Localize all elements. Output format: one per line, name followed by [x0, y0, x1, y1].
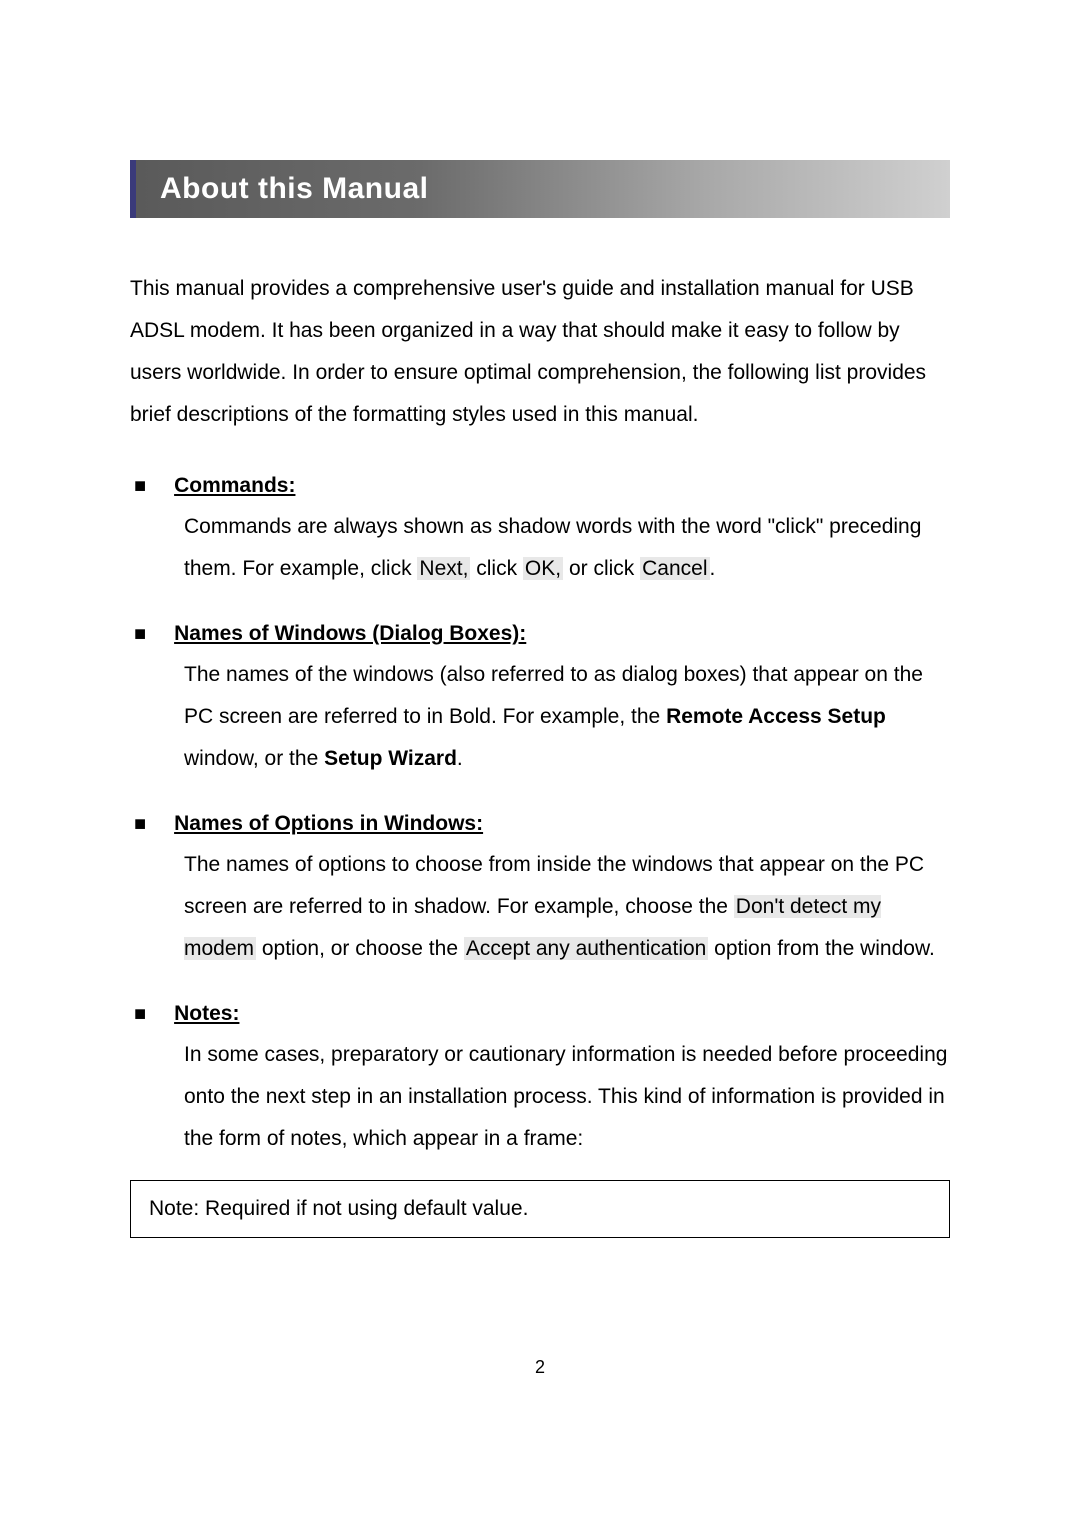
- bullet-body: The names of options to choose from insi…: [130, 844, 950, 970]
- shadow-word: Cancel: [640, 557, 709, 580]
- bullet-body: In some cases, preparatory or cautionary…: [130, 1034, 950, 1160]
- bullet-body: Commands are always shown as shadow word…: [130, 506, 950, 590]
- text-run: .: [710, 557, 716, 580]
- bold-text: Setup Wizard: [324, 747, 457, 770]
- bullet-body: The names of the windows (also referred …: [130, 654, 950, 780]
- shadow-word: Next,: [417, 557, 470, 580]
- square-bullet-icon: ■: [134, 475, 146, 498]
- text-run: window, or the: [184, 747, 324, 770]
- page-number: 2: [535, 1357, 545, 1378]
- text-run: click: [470, 557, 523, 580]
- bullet-title: Names of Windows (Dialog Boxes):: [174, 622, 526, 646]
- document-page: About this Manual This manual provides a…: [0, 0, 1080, 1238]
- intro-paragraph: This manual provides a comprehensive use…: [130, 268, 950, 436]
- bold-text: Remote Access Setup: [666, 705, 886, 728]
- note-frame: Note: Required if not using default valu…: [130, 1180, 950, 1238]
- square-bullet-icon: ■: [134, 1003, 146, 1026]
- text-run: or click: [563, 557, 640, 580]
- section-header: About this Manual: [130, 160, 950, 218]
- bullet-notes: ■ Notes: In some cases, preparatory or c…: [130, 1002, 950, 1160]
- bullet-title: Names of Options in Windows:: [174, 812, 483, 836]
- shadow-word: OK,: [523, 557, 563, 580]
- square-bullet-icon: ■: [134, 623, 146, 646]
- bullet-windows: ■ Names of Windows (Dialog Boxes): The n…: [130, 622, 950, 780]
- text-run: option from the window.: [708, 937, 934, 960]
- text-run: .: [457, 747, 463, 770]
- formatting-styles-list: ■ Commands: Commands are always shown as…: [130, 474, 950, 1160]
- square-bullet-icon: ■: [134, 813, 146, 836]
- bullet-commands: ■ Commands: Commands are always shown as…: [130, 474, 950, 590]
- bullet-title: Notes:: [174, 1002, 239, 1026]
- text-run: option, or choose the: [256, 937, 464, 960]
- bullet-options: ■ Names of Options in Windows: The names…: [130, 812, 950, 970]
- shadow-word: Accept any authentication: [464, 937, 709, 960]
- bullet-title: Commands:: [174, 474, 295, 498]
